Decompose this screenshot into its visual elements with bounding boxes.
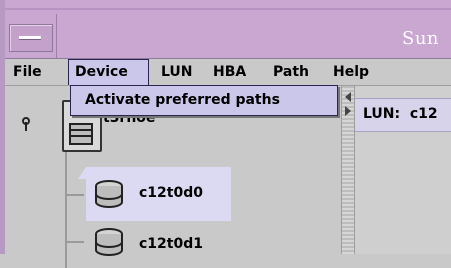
tree-expand-handle-icon[interactable] <box>19 117 33 131</box>
menu-hba-label: HBA <box>213 64 247 80</box>
disk-graphic <box>95 180 123 208</box>
pane-splitter[interactable] <box>341 86 355 254</box>
disk-graphic <box>95 228 123 256</box>
window-title: Sun <box>402 28 440 49</box>
disk-icon[interactable] <box>94 180 124 208</box>
disk-icon[interactable] <box>94 228 124 256</box>
tree-node-c12t0d1[interactable]: c12t0d1 <box>139 236 203 252</box>
lun-label: LUN: <box>363 106 401 122</box>
menu-hba[interactable]: HBA <box>207 59 252 85</box>
tree-selection-highlight-cap <box>78 167 86 179</box>
menu-file[interactable]: File <box>7 59 48 85</box>
menu-device[interactable]: Device <box>68 59 149 85</box>
menu-device-label: Device <box>75 64 128 80</box>
device-menu-dropdown: Activate preferred paths <box>70 85 338 116</box>
menu-help[interactable]: Help <box>327 59 375 85</box>
menu-path-label: Path <box>273 64 309 80</box>
lun-header: LUN: c12 <box>355 98 451 132</box>
tree-connector <box>66 241 84 243</box>
title-bar[interactable]: Sun <box>5 0 451 59</box>
title-separator <box>56 14 57 58</box>
tree-connector <box>66 194 84 196</box>
menu-bar: File Device LUN HBA Path Help <box>5 59 451 86</box>
lun-value: c12 <box>409 106 438 122</box>
expander-stem <box>25 122 27 131</box>
minus-icon <box>19 36 41 39</box>
menu-item-activate-preferred-paths[interactable]: Activate preferred paths <box>85 92 280 108</box>
collapse-right-icon[interactable] <box>345 106 351 116</box>
collapse-left-icon[interactable] <box>345 92 351 102</box>
window-menu-button[interactable] <box>9 24 53 52</box>
lun-header-text: LUN: c12 <box>363 106 438 122</box>
menu-help-label: Help <box>333 64 370 80</box>
menu-lun-label: LUN <box>161 64 193 80</box>
title-bar-stripe <box>5 8 451 10</box>
detail-pane: LUN: c12 <box>355 86 451 254</box>
menu-path[interactable]: Path <box>267 59 315 85</box>
tree-node-c12t0d0[interactable]: c12t0d0 <box>139 185 203 201</box>
menu-file-label: File <box>13 64 42 80</box>
menu-item-activate-label: Activate preferred paths <box>85 92 280 108</box>
menu-lun[interactable]: LUN <box>155 59 199 85</box>
